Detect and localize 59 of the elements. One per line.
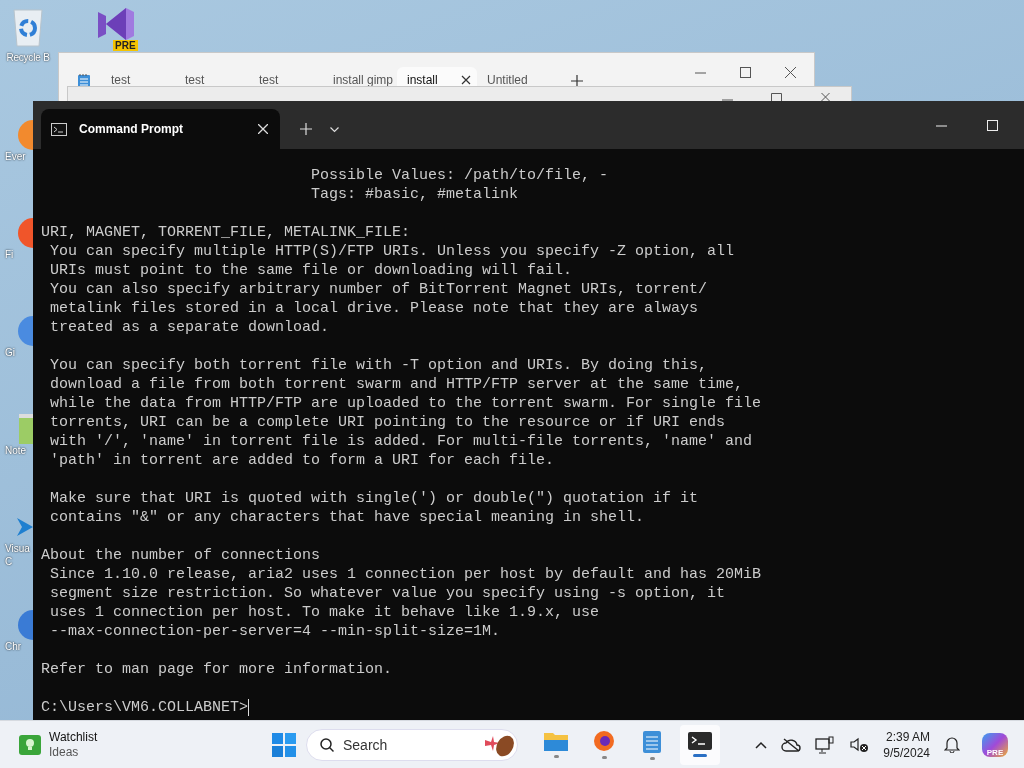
terminal-line: URIs must point to the same file or downloading will fail.	[49, 261, 574, 280]
terminal-line: download a file from both torrent swarm and HTTP/FTP server at the same time,	[49, 375, 745, 394]
terminal-line: uses 1 connection per host. To make it behave like 1.9.x, use	[49, 603, 601, 622]
bell-icon[interactable]	[944, 736, 960, 753]
maximize-icon[interactable]	[740, 67, 751, 78]
terminal-line: About the number of connections	[41, 546, 322, 565]
volume-muted-icon[interactable]	[849, 736, 870, 753]
widget-title[interactable]: Watchlist	[49, 729, 98, 745]
notepad-tab[interactable]: install	[397, 67, 477, 89]
terminal-line: while the data from HTTP/FTP are uploaded to the torrent swarm. For single file	[49, 394, 763, 413]
network-icon[interactable]	[815, 735, 836, 754]
maximize-icon[interactable]	[771, 93, 782, 101]
terminal-tab[interactable]: Command Prompt	[41, 109, 280, 149]
new-tab-icon[interactable]	[300, 123, 312, 135]
terminal-line: Since 1.10.0 release, aria2 uses 1 connection per host by default and has 20MiB	[49, 565, 763, 584]
copilot-icon[interactable]: PRE	[982, 732, 1008, 757]
terminal-line: You can specify multiple HTTP(S)/FTP URIs. Unless you specify -Z option, all	[49, 242, 736, 261]
folder-icon	[544, 731, 568, 751]
search-field[interactable]: Search	[341, 735, 445, 754]
start-icon[interactable]	[272, 732, 296, 757]
terminal-line: 'path' in torrent are added to form a URI for each file.	[49, 451, 556, 470]
cloud-off-icon[interactable]	[781, 737, 802, 752]
close-icon[interactable]	[785, 67, 796, 78]
terminal-line: You can specify both torrent file with -T option and URIs. By doing this,	[49, 356, 709, 375]
command-prompt-icon	[51, 122, 67, 136]
terminal-line: segment size restriction. So whatever value you specify using -s option, it	[49, 584, 727, 603]
terminal-line: Make sure that URI is quoted with single(') or double(") quotation if it	[49, 489, 700, 508]
terminal-line: Refer to man page for more information.	[41, 660, 394, 679]
search-icon	[319, 736, 335, 753]
notepad-tab[interactable]: test	[249, 67, 323, 89]
terminal-line: You can also specify arbitrary number of BitTorrent Magnet URIs, torrent/	[49, 280, 709, 299]
clock[interactable]: 2:39 AM 9/5/2024	[883, 728, 930, 761]
search-bar[interactable]: Search	[306, 728, 518, 761]
notepad-tab[interactable]: Untitled	[477, 67, 551, 89]
terminal-line: contains "&" or any characters that have special meaning in shell.	[49, 508, 646, 527]
widget-subtitle[interactable]: Ideas	[49, 744, 98, 760]
terminal-line: metalink files stored in a local drive. Please note that they are always	[49, 299, 700, 318]
terminal-line: --max-connection-per-server=4 --min-split-size=1M.	[49, 622, 502, 641]
taskbar-app[interactable]	[680, 724, 720, 765]
terminal-line: Possible Values: /path/to/file, -	[310, 166, 610, 185]
lightbulb-icon[interactable]	[19, 734, 41, 755]
preview-badge: PRE	[113, 40, 138, 51]
terminal-line: URI, MAGNET, TORRENT_FILE, METALINK_FILE:	[41, 223, 412, 242]
plus-icon[interactable]	[571, 75, 583, 87]
terminal-line: torrents, URI can be a complete URI pointing to the resource or if URI ends	[49, 413, 727, 432]
terminal-icon	[688, 732, 712, 750]
command-prompt[interactable]: C:\Users\VM6.COLLABNET>	[41, 698, 249, 717]
notepad-tab[interactable]: test	[175, 67, 249, 89]
close-icon[interactable]	[461, 75, 471, 85]
notepad-icon	[643, 729, 661, 753]
terminal-line: with '/', 'name' in torrent file is added. For multi-file torrents, 'name' and	[49, 432, 754, 451]
notepad-tab[interactable]: test	[101, 67, 175, 89]
terminal-line: Tags: #basic, #metalink	[310, 185, 520, 204]
chevron-up-icon[interactable]	[755, 740, 768, 749]
chevron-down-icon[interactable]	[330, 127, 339, 133]
browser-icon	[593, 730, 615, 752]
recycle-bin-icon[interactable]	[11, 6, 45, 48]
text-cursor	[248, 699, 250, 716]
terminal-line: treated as a separate download.	[49, 318, 331, 337]
